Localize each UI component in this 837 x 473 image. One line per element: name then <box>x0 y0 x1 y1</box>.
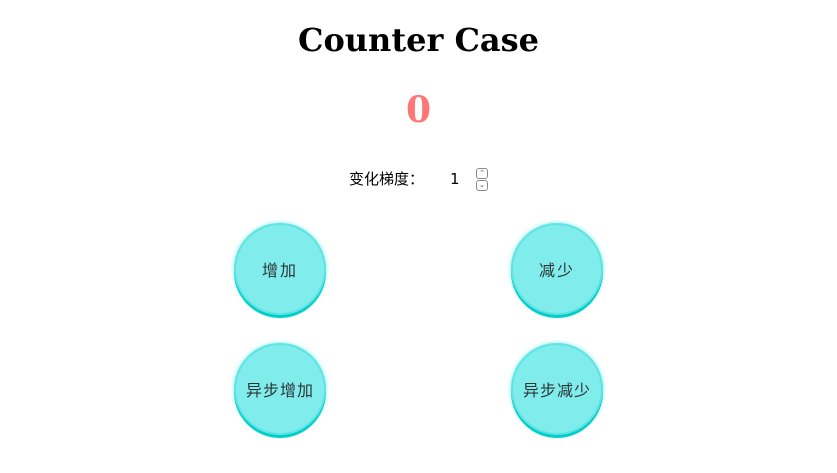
chevron-up-icon[interactable]: ⌃ <box>476 167 489 179</box>
step-input[interactable] <box>444 167 497 191</box>
counter-value: 0 <box>405 89 432 131</box>
chevron-down-icon[interactable]: ⌄ <box>476 179 489 191</box>
async-increment-button[interactable]: 异步增加 <box>234 343 326 435</box>
async-decrement-button[interactable]: 异步减少 <box>511 343 603 435</box>
page-title: Counter Case <box>297 21 540 59</box>
step-label: 变化梯度： <box>349 170 425 188</box>
increment-button[interactable]: 增加 <box>234 223 326 315</box>
step-spinner: ⌃ ⌄ <box>476 167 489 191</box>
decrement-button[interactable]: 减少 <box>511 223 603 315</box>
step-control: 变化梯度： ⌃ ⌄ <box>349 167 497 191</box>
